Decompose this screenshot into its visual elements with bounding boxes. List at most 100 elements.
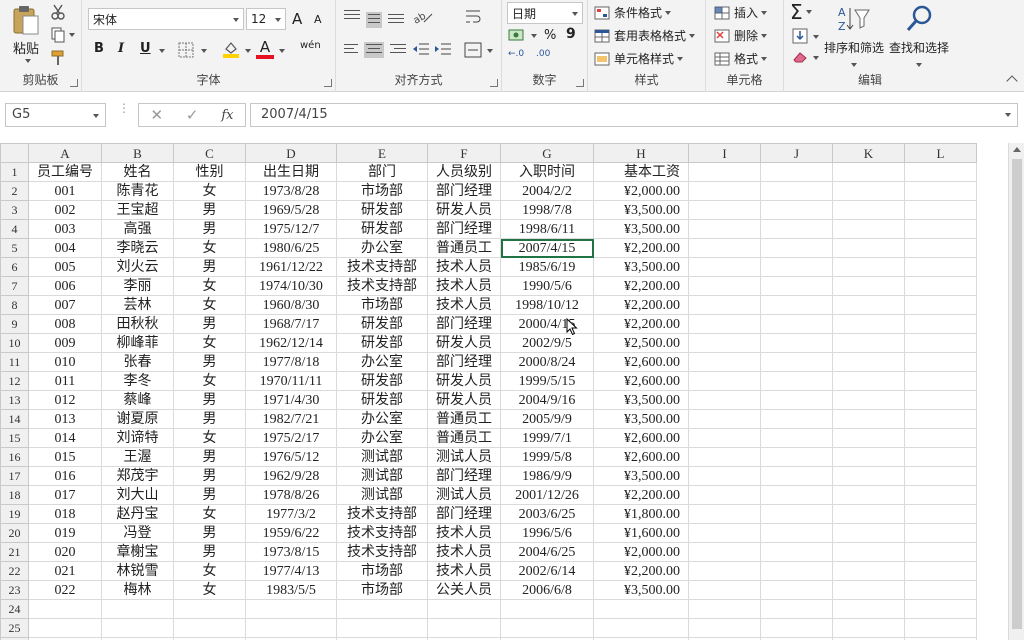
column-header-h[interactable]: H: [593, 143, 689, 163]
cell[interactable]: 办公室: [336, 409, 428, 429]
cell[interactable]: [760, 523, 833, 543]
increase-decimal-button[interactable]: ←.0: [508, 50, 524, 59]
cell[interactable]: 1998/6/11: [500, 219, 594, 239]
cell[interactable]: 市场部: [336, 295, 428, 315]
cell[interactable]: [904, 219, 977, 239]
decrease-indent-icon[interactable]: [412, 42, 430, 56]
format-painter-icon[interactable]: [50, 50, 66, 66]
cell[interactable]: [904, 200, 977, 220]
font-size-combobox[interactable]: 12: [246, 8, 286, 30]
cell[interactable]: 女: [173, 276, 246, 296]
top-align-icon[interactable]: [344, 10, 360, 22]
cell[interactable]: [500, 618, 594, 638]
bottom-align-icon[interactable]: [388, 14, 404, 26]
cell[interactable]: ¥1,600.00: [593, 523, 689, 543]
cell[interactable]: 人员级别: [427, 162, 501, 182]
cell[interactable]: [904, 333, 977, 353]
row-header[interactable]: 5: [0, 238, 29, 258]
cell[interactable]: 017: [28, 485, 102, 505]
row-header[interactable]: 16: [0, 447, 29, 467]
cell[interactable]: 003: [28, 219, 102, 239]
cell[interactable]: 研发人员: [427, 390, 501, 410]
cell[interactable]: 测试部: [336, 485, 428, 505]
cell[interactable]: 016: [28, 466, 102, 486]
cell[interactable]: ¥3,500.00: [593, 200, 689, 220]
cell[interactable]: 010: [28, 352, 102, 372]
cell[interactable]: [688, 466, 761, 486]
cell[interactable]: 006: [28, 276, 102, 296]
cell[interactable]: 部门经理: [427, 352, 501, 372]
cell[interactable]: [760, 618, 833, 638]
copy-button[interactable]: [50, 27, 75, 43]
cell[interactable]: [593, 618, 689, 638]
cell[interactable]: [832, 447, 905, 467]
cell[interactable]: 男: [173, 409, 246, 429]
cell[interactable]: 男: [173, 257, 246, 277]
fill-color-icon[interactable]: [222, 40, 240, 58]
cell[interactable]: 部门经理: [427, 466, 501, 486]
cell[interactable]: [688, 162, 761, 182]
cell[interactable]: ¥3,500.00: [593, 257, 689, 277]
row-header[interactable]: 14: [0, 409, 29, 429]
cell[interactable]: 004: [28, 238, 102, 258]
cell[interactable]: 1977/8/18: [245, 352, 337, 372]
cell[interactable]: [760, 200, 833, 220]
formula-bar-splitter[interactable]: ⋮: [118, 102, 130, 114]
cell[interactable]: 女: [173, 428, 246, 448]
cell[interactable]: 019: [28, 523, 102, 543]
align-center-icon[interactable]: [364, 42, 384, 58]
cell[interactable]: ¥2,600.00: [593, 428, 689, 448]
cell[interactable]: 012: [28, 390, 102, 410]
border-dropdown-icon[interactable]: [201, 49, 207, 53]
column-header-f[interactable]: F: [427, 143, 501, 163]
cell[interactable]: [688, 276, 761, 296]
format-cells-button[interactable]: 格式: [714, 50, 768, 67]
cell[interactable]: 1999/5/15: [500, 371, 594, 391]
cell[interactable]: [832, 162, 905, 182]
cell[interactable]: [832, 257, 905, 277]
align-left-icon[interactable]: [344, 44, 360, 56]
cell[interactable]: ¥2,200.00: [593, 314, 689, 334]
cell[interactable]: 男: [173, 523, 246, 543]
cell[interactable]: [832, 352, 905, 372]
cell[interactable]: [688, 523, 761, 543]
cell[interactable]: [688, 618, 761, 638]
cell[interactable]: 技术支持部: [336, 276, 428, 296]
cell[interactable]: 芸林: [101, 295, 174, 315]
cell[interactable]: 部门经理: [427, 504, 501, 524]
cell[interactable]: 公关人员: [427, 580, 501, 600]
cell[interactable]: 田秋秋: [101, 314, 174, 334]
orientation-icon[interactable]: ab: [412, 8, 434, 26]
cell[interactable]: 007: [28, 295, 102, 315]
cell[interactable]: 009: [28, 333, 102, 353]
cell[interactable]: [760, 238, 833, 258]
cell[interactable]: ¥3,500.00: [593, 219, 689, 239]
cell[interactable]: [336, 599, 428, 619]
row-header[interactable]: 9: [0, 314, 29, 334]
select-all-corner[interactable]: [0, 143, 29, 163]
cell[interactable]: 市场部: [336, 181, 428, 201]
cell[interactable]: [688, 371, 761, 391]
middle-align-icon[interactable]: [366, 12, 382, 28]
cell[interactable]: 姓名: [101, 162, 174, 182]
cell[interactable]: 技术人员: [427, 257, 501, 277]
cell[interactable]: [760, 580, 833, 600]
cell[interactable]: 1969/5/28: [245, 200, 337, 220]
scroll-thumb[interactable]: [1012, 159, 1022, 629]
row-header[interactable]: 20: [0, 523, 29, 543]
cell[interactable]: 2004/9/16: [500, 390, 594, 410]
paste-button[interactable]: 粘贴: [8, 4, 44, 63]
cell[interactable]: 2003/6/25: [500, 504, 594, 524]
italic-button[interactable]: I: [118, 41, 124, 56]
row-header[interactable]: 10: [0, 333, 29, 353]
cell[interactable]: [904, 466, 977, 486]
cell[interactable]: 1998/10/12: [500, 295, 594, 315]
conditional-format-button[interactable]: 条件格式: [594, 4, 672, 21]
cell[interactable]: 男: [173, 485, 246, 505]
cell[interactable]: 1985/6/19: [500, 257, 594, 277]
cell[interactable]: 008: [28, 314, 102, 334]
cell[interactable]: [760, 219, 833, 239]
cell[interactable]: [688, 333, 761, 353]
selected-cell[interactable]: 2007/4/15: [500, 238, 594, 258]
cell[interactable]: [760, 447, 833, 467]
